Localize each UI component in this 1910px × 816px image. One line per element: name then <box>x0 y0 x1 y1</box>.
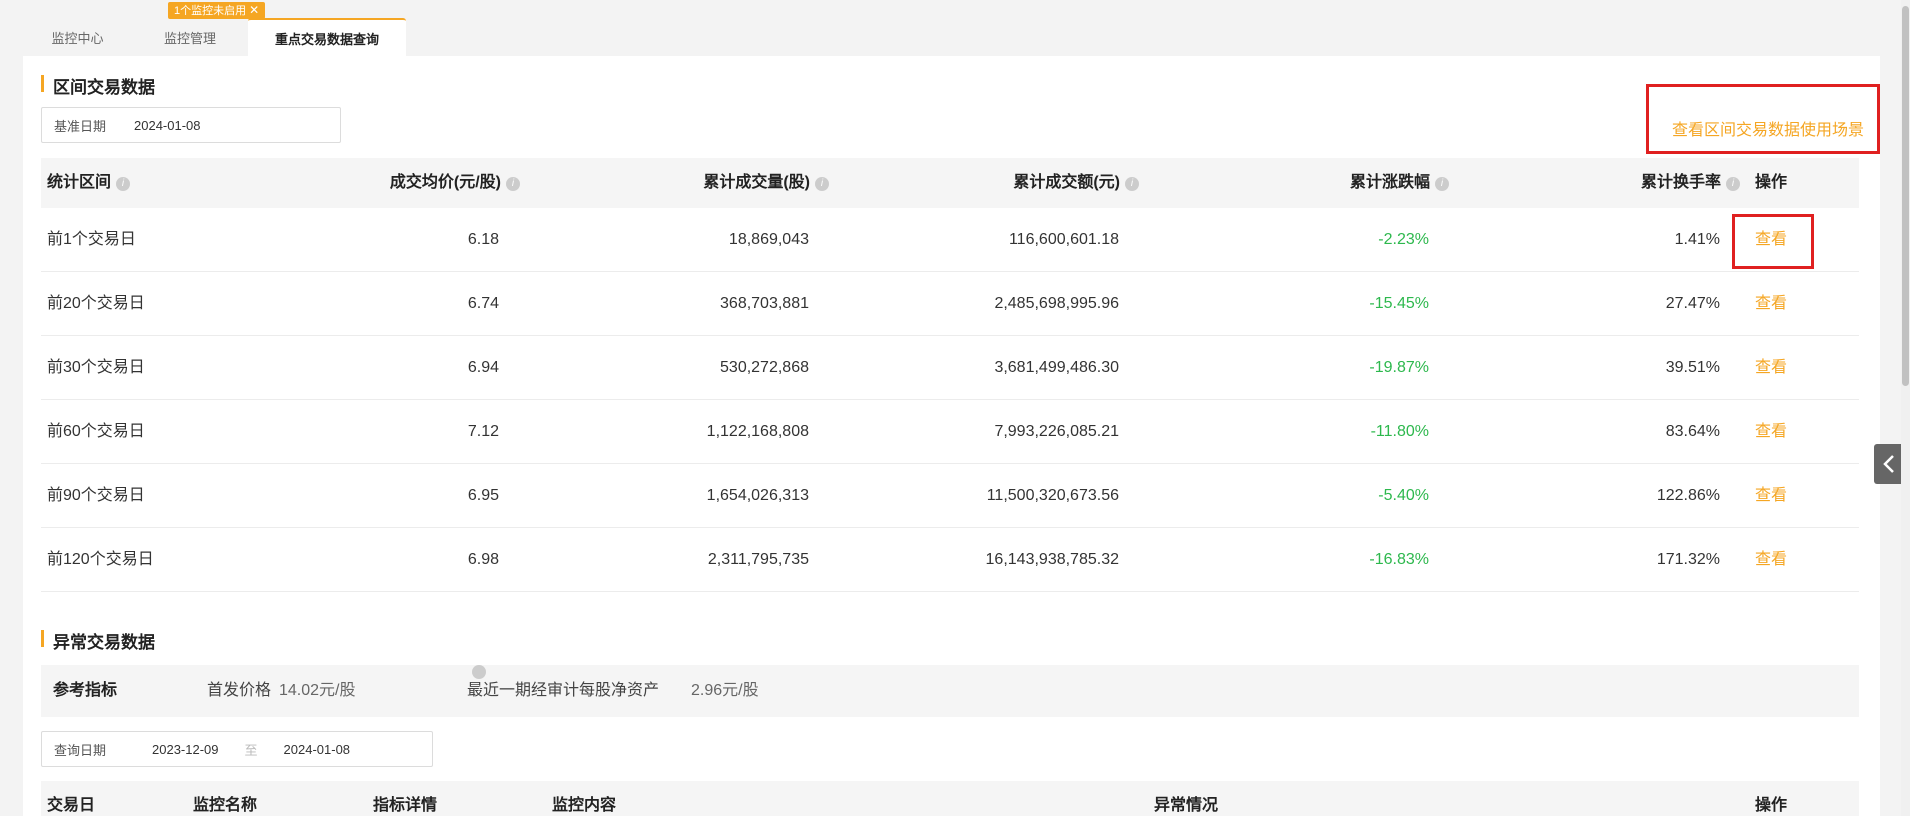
tab-key-trading-query[interactable]: 重点交易数据查询 <box>248 18 406 56</box>
col-indicator-detail: 指标详情 <box>373 797 438 814</box>
cell-period: 前1个交易日 <box>47 231 136 248</box>
abnormal-table-header: 交易日 监控名称 指标详情 监控内容 异常情况 操作 <box>41 781 1859 816</box>
cell-volume: 1,654,026,313 <box>706 487 809 504</box>
cell-turnover: 1.41% <box>1674 231 1720 248</box>
cell-turnover: 122.86% <box>1656 487 1720 504</box>
cell-change: -16.83% <box>1369 551 1429 568</box>
col-amount: 累计成交额(元) i <box>1013 158 1139 208</box>
cell-change: -2.23% <box>1378 231 1429 248</box>
interval-table-header: 统计区间 i 成交均价(元/股) i 累计成交量(股) i 累计成交额(元) i 累计涨… <box>41 158 1859 208</box>
info-icon[interactable]: i <box>1435 177 1449 191</box>
info-icon[interactable]: i <box>506 177 520 191</box>
inactive-monitor-badge: 1个监控未启用 ✕ <box>168 2 266 19</box>
cell-volume: 368,703,881 <box>720 295 809 312</box>
cell-volume: 530,272,868 <box>720 359 809 376</box>
cell-avg-price: 6.98 <box>467 551 499 568</box>
cell-avg-price: 6.18 <box>467 231 499 248</box>
col-trade-day: 交易日 <box>47 797 96 814</box>
base-date-value: 2024-01-08 <box>134 117 201 133</box>
nav-value: 2.96元/股 <box>691 682 759 699</box>
tab-bar: 监控中心 监控管理 重点交易数据查询 <box>23 18 406 56</box>
cell-change: -5.40% <box>1378 487 1429 504</box>
cell-volume: 2,311,795,735 <box>707 551 809 568</box>
col-volume: 累计成交量(股) i <box>703 158 829 208</box>
cell-turnover: 171.32% <box>1656 551 1720 568</box>
cell-amount: 16,143,938,785.32 <box>985 551 1119 568</box>
cell-period: 前20个交易日 <box>47 295 145 312</box>
cell-avg-price: 6.74 <box>467 295 499 312</box>
base-date-field[interactable]: 基准日期 2024-01-08 <box>41 107 341 143</box>
col-change: 累计涨跌幅 i <box>1350 158 1449 208</box>
info-icon[interactable]: i <box>1125 177 1139 191</box>
view-button[interactable]: 查看 <box>1755 272 1787 336</box>
col-period: 统计区间 i <box>47 158 131 208</box>
info-icon[interactable]: i <box>116 177 131 191</box>
cell-change: -19.87% <box>1369 359 1429 376</box>
table-row: 前120个交易日 6.98 2,311,795,735 16,143,938,785.… <box>41 528 1859 592</box>
view-button[interactable]: 查看 <box>1755 464 1787 528</box>
issue-price-label: 首发价格 <box>207 682 272 699</box>
info-icon[interactable]: i <box>815 177 829 191</box>
highlight-box-view <box>1732 214 1814 269</box>
table-row: 前1个交易日 6.18 18,869,043 116,600,601.18 -2.23%… <box>41 208 1859 272</box>
chevron-left-icon <box>1883 455 1894 473</box>
cell-change: -15.45% <box>1369 295 1429 312</box>
col-monitor-name: 监控名称 <box>193 797 258 814</box>
main-panel: 区间交易数据 基准日期 2024-01-08 查看区间交易数据使用场景 统计区间… <box>23 56 1880 816</box>
collapse-sidebar-button[interactable] <box>1874 444 1904 484</box>
view-button[interactable]: 查看 <box>1755 336 1787 400</box>
cell-amount: 3,681,499,486.30 <box>994 359 1119 376</box>
cell-volume: 1,122,168,808 <box>706 423 809 440</box>
ref-label: 参考指标 <box>53 682 118 699</box>
cell-turnover: 27.47% <box>1665 295 1720 312</box>
interval-section-title: 区间交易数据 <box>41 73 155 98</box>
interval-table: 统计区间 i 成交均价(元/股) i 累计成交量(股) i 累计成交额(元) i 累计涨… <box>41 158 1859 592</box>
cell-amount: 11,500,320,673.56 <box>986 487 1119 504</box>
info-icon[interactable]: i <box>1726 177 1740 191</box>
view-button[interactable]: 查看 <box>1755 400 1787 464</box>
scrollbar-thumb[interactable] <box>1902 6 1909 386</box>
cell-period: 前90个交易日 <box>47 487 145 504</box>
cell-change: -11.80% <box>1370 423 1429 440</box>
col-action: 操作 <box>1755 797 1788 814</box>
cell-period: 前120个交易日 <box>47 551 154 568</box>
col-monitor-content: 监控内容 <box>552 797 617 814</box>
table-row: 前30个交易日 6.94 530,272,868 3,681,499,486.30 -1… <box>41 336 1859 400</box>
cell-period: 前60个交易日 <box>47 423 145 440</box>
cell-turnover: 39.51% <box>1665 359 1720 376</box>
start-date-value[interactable]: 2023-12-09 <box>152 742 219 757</box>
cell-avg-price: 6.94 <box>467 359 499 376</box>
info-icon[interactable]: i <box>472 665 486 696</box>
date-range-separator: 至 <box>244 742 258 758</box>
query-date-range[interactable]: 查询日期 2023-12-09 至 2024-01-08 <box>41 731 433 767</box>
cell-amount: 7,993,226,085.21 <box>994 423 1119 440</box>
view-button[interactable]: 查看 <box>1755 528 1787 592</box>
query-date-label: 查询日期 <box>54 742 107 758</box>
issue-price-value: 14.02元/股 <box>279 682 356 699</box>
end-date-value[interactable]: 2024-01-08 <box>284 742 351 757</box>
base-date-label: 基准日期 <box>54 118 107 134</box>
reference-indicators: 参考指标 首发价格 14.02元/股 最近一期经审计每股净资产 i 2.96元/股 <box>41 665 1859 717</box>
table-row: 前60个交易日 7.12 1,122,168,808 7,993,226,085.21… <box>41 400 1859 464</box>
cell-amount: 2,485,698,995.96 <box>994 295 1119 312</box>
col-action: 操作 <box>1755 174 1788 191</box>
table-row: 前90个交易日 6.95 1,654,026,313 11,500,320,673.5… <box>41 464 1859 528</box>
cell-amount: 116,600,601.18 <box>1008 231 1119 248</box>
tab-monitor-management[interactable]: 监控管理 <box>132 18 248 56</box>
table-row: 前20个交易日 6.74 368,703,881 2,485,698,995.96 -1… <box>41 272 1859 336</box>
cell-turnover: 83.64% <box>1665 423 1720 440</box>
scene-link[interactable]: 查看区间交易数据使用场景 <box>1672 116 1864 140</box>
col-turnover: 累计换手率 i <box>1641 158 1740 208</box>
abnormal-table: 交易日 监控名称 指标详情 监控内容 异常情况 操作 <box>41 781 1859 816</box>
cell-avg-price: 7.12 <box>467 423 499 440</box>
col-abnormal-status: 异常情况 <box>1154 797 1219 814</box>
close-icon[interactable]: ✕ <box>249 3 259 17</box>
cell-avg-price: 6.95 <box>467 487 499 504</box>
abnormal-section-title: 异常交易数据 <box>41 628 155 653</box>
cell-volume: 18,869,043 <box>728 231 809 248</box>
cell-period: 前30个交易日 <box>47 359 145 376</box>
col-avg-price: 成交均价(元/股) i <box>390 158 520 208</box>
tab-monitor-center[interactable]: 监控中心 <box>23 18 132 56</box>
